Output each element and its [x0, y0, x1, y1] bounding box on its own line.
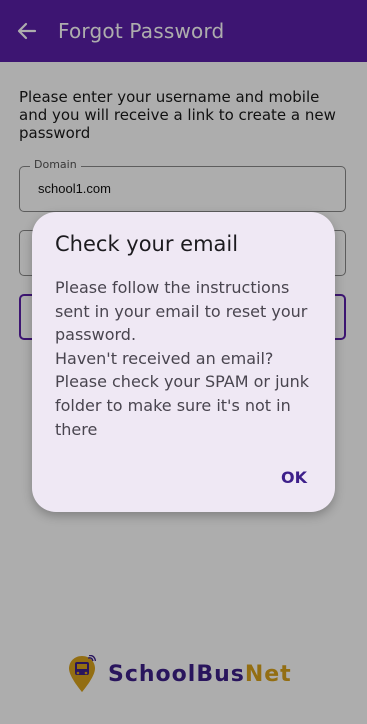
dialog-message: Please follow the instructions sent in y… — [55, 278, 310, 439]
dialog-title: Check your email — [55, 232, 239, 256]
ok-button[interactable]: OK — [275, 466, 313, 489]
check-email-dialog: Check your email Please follow the instr… — [32, 212, 335, 512]
